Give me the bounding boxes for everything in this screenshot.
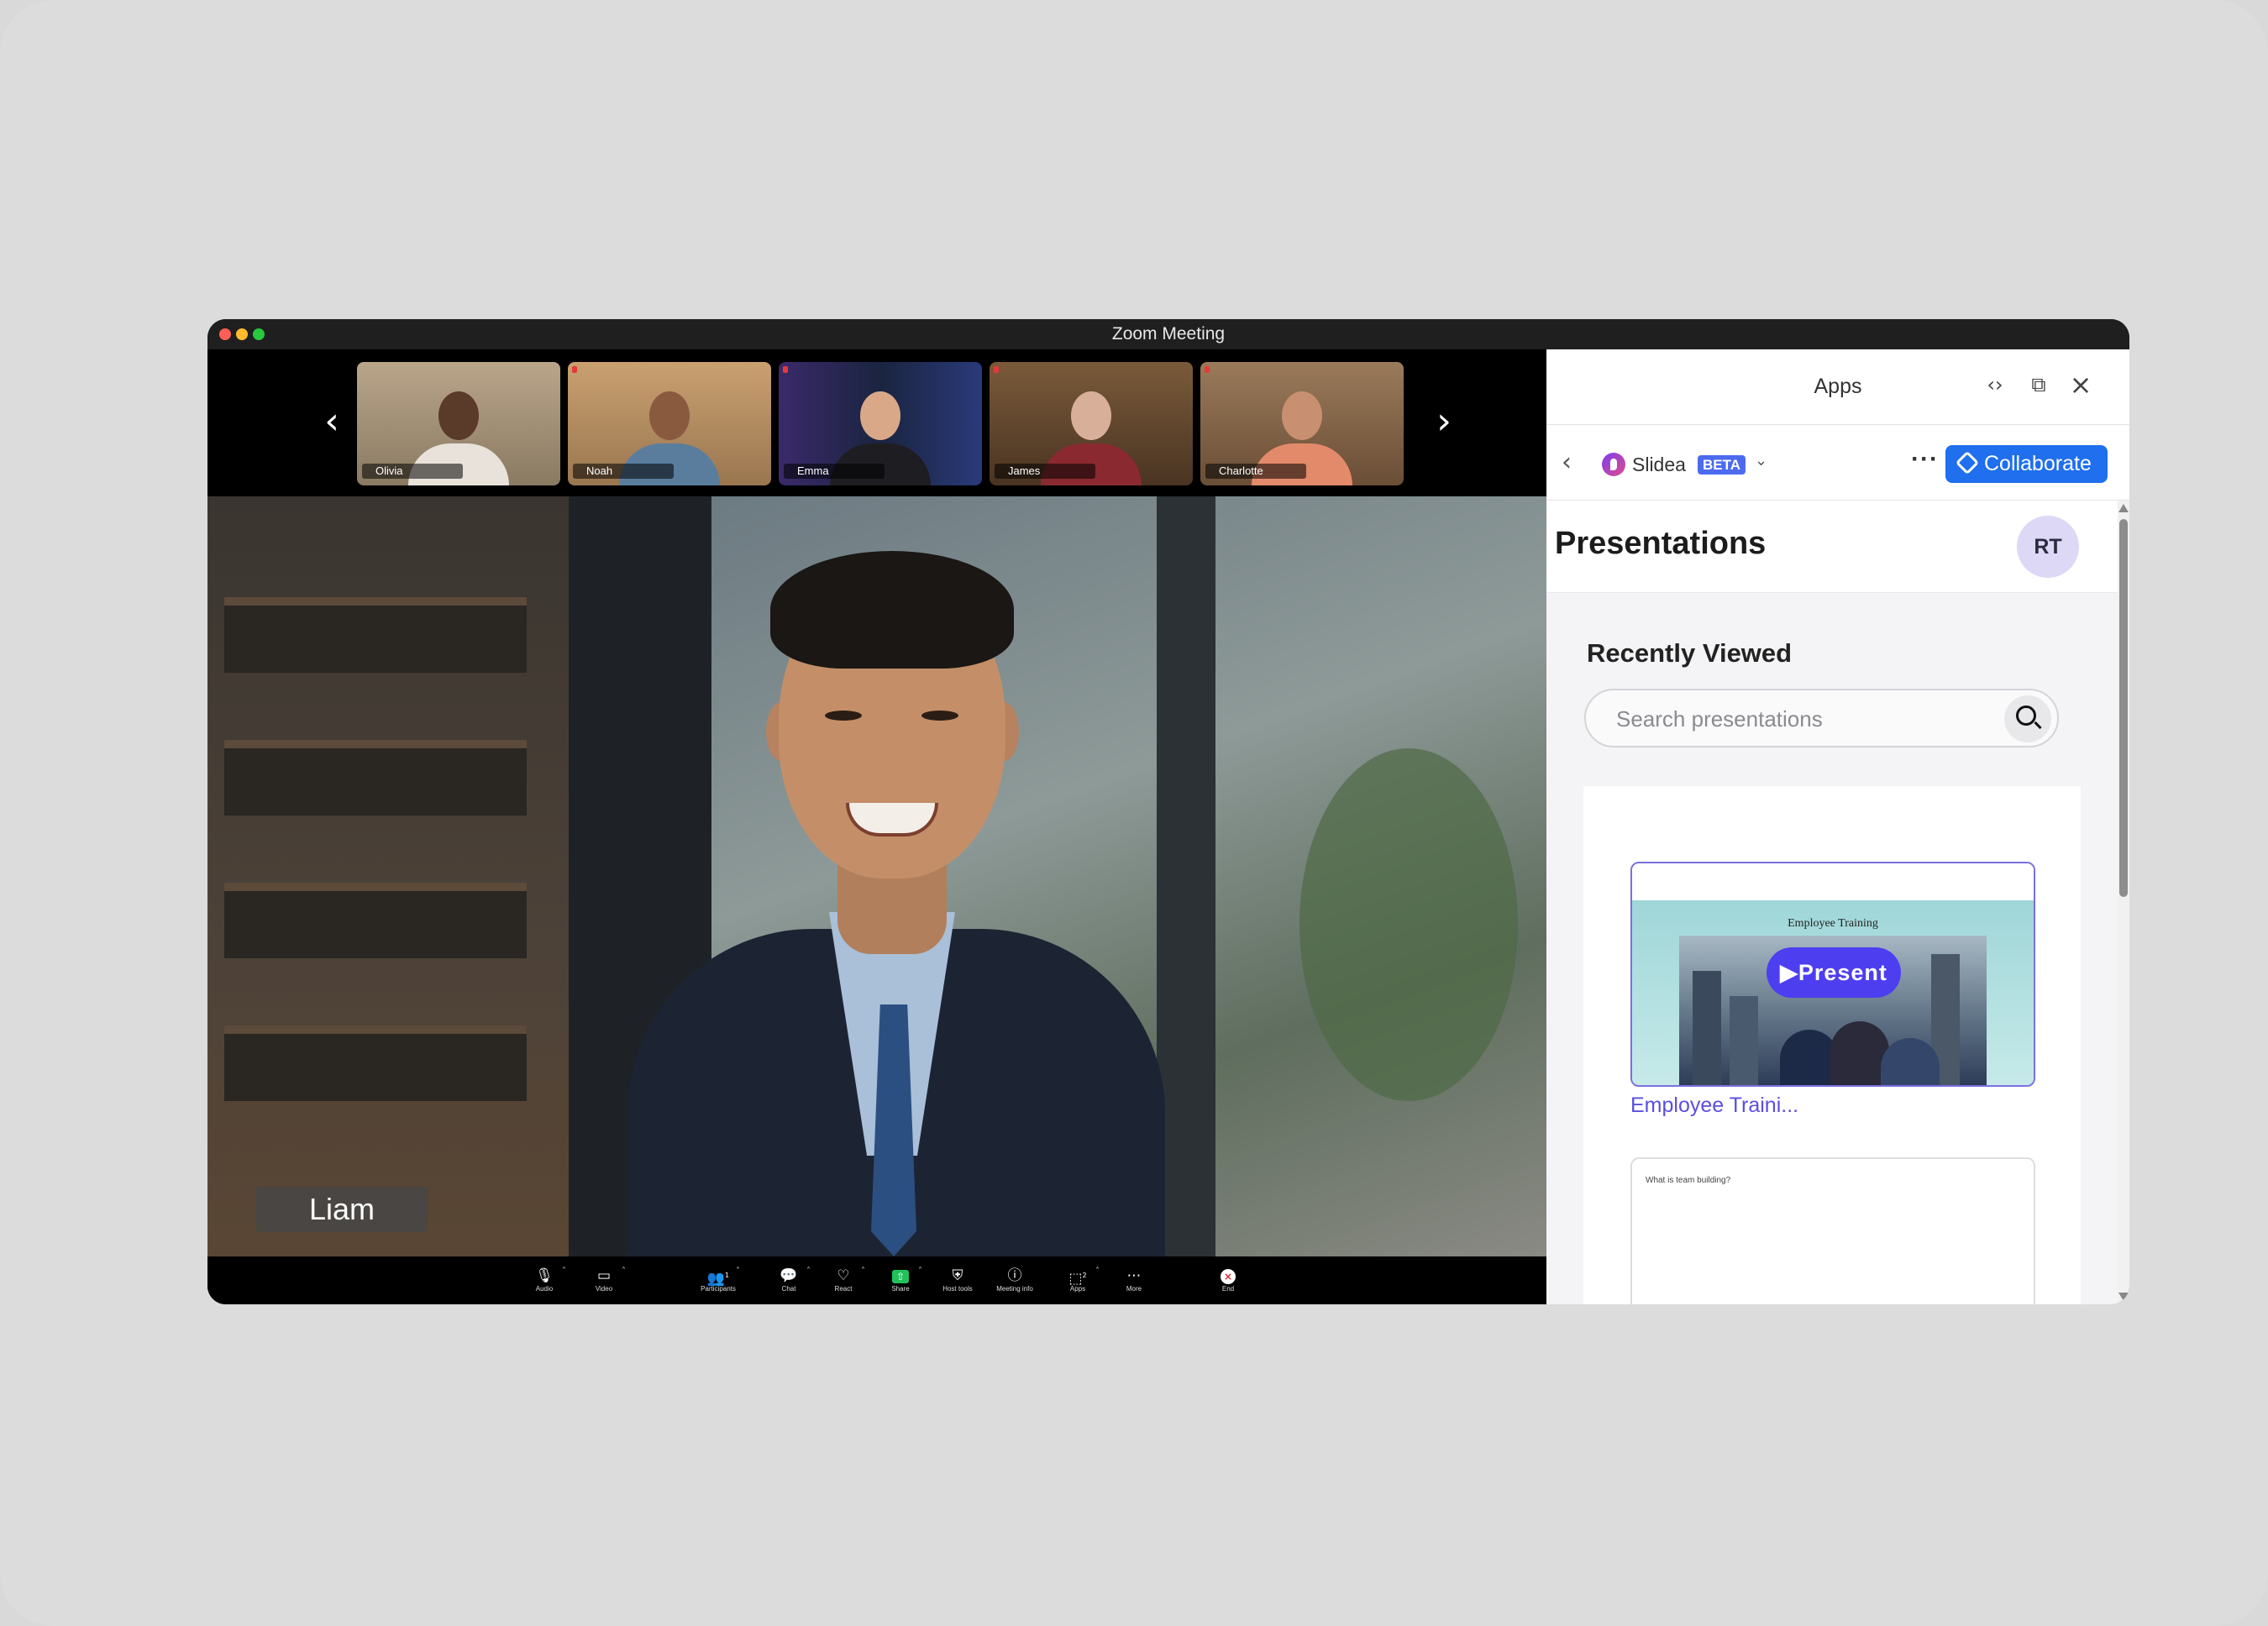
zoom-window: Zoom Meeting ‹ Olivia Noah Emma James Ch… <box>207 319 2129 1304</box>
desktop-background: Zoom Meeting ‹ Olivia Noah Emma James Ch… <box>0 0 2268 1626</box>
presentation-title-link[interactable]: Employee Traini... <box>1630 1094 1798 1118</box>
chevron-up-icon[interactable]: ˄ <box>918 1267 922 1276</box>
popout-icon[interactable]: ⧉ <box>2024 370 2054 400</box>
more-button[interactable]: ⋯ More <box>1100 1267 1168 1293</box>
participants-button[interactable]: 👥1 ˄ Participants <box>685 1267 752 1293</box>
participant-tile-olivia[interactable]: Olivia <box>357 362 560 485</box>
presentations-title: Presentations <box>1555 526 1767 561</box>
participants-icon: 👥1 <box>706 1270 730 1288</box>
participant-name: James <box>995 464 1095 479</box>
muted-mic-icon <box>994 366 999 373</box>
title-bar: Zoom Meeting <box>207 319 2129 349</box>
participant-tile-emma[interactable]: Emma <box>779 362 982 485</box>
muted-mic-icon <box>572 366 577 373</box>
avatar[interactable]: RT <box>2017 516 2079 578</box>
participant-name: Emma <box>784 464 885 479</box>
meeting-toolbar: 🎙 ˄ Audio ▭ ˄ Video 👥1 ˄ Participants 💬 … <box>207 1256 1546 1304</box>
share-icon: ⇧ <box>892 1270 909 1283</box>
participant-name: Charlotte <box>1205 464 1306 479</box>
presentation-list: Employee Training ▶Present Employee Trai… <box>1583 786 2081 1304</box>
info-icon: ⓘ <box>1007 1267 1022 1284</box>
scrollbar[interactable] <box>2118 501 2129 1304</box>
code-icon[interactable]: ‹› <box>1980 370 2010 400</box>
muted-mic-icon <box>1205 366 1210 373</box>
participant-tile-charlotte[interactable]: Charlotte <box>1200 362 1404 485</box>
active-speaker-video: Liam <box>207 496 1546 1256</box>
apps-panel: Apps ‹› ⧉ × ‹ Slidea BETA ⌄ ··· Collabor… <box>1546 349 2129 1304</box>
audio-button[interactable]: 🎙 ˄ Audio <box>511 1267 578 1293</box>
chevron-left-icon[interactable]: ‹ <box>315 396 349 447</box>
more-icon: ⋯ <box>1126 1267 1142 1284</box>
back-chevron-icon[interactable]: ‹ <box>1562 448 1585 477</box>
presentation-card[interactable]: What is team building? <box>1630 1157 2035 1304</box>
search-box <box>1584 689 2059 747</box>
meeting-info-button[interactable]: ⓘ Meeting info <box>981 1267 1048 1293</box>
muted-mic-icon <box>783 366 788 373</box>
scroll-down-icon[interactable] <box>2118 1293 2129 1301</box>
collaborate-icon <box>1955 450 1980 475</box>
speaker-name-tag: Liam <box>256 1187 428 1232</box>
chevron-up-icon[interactable]: ˄ <box>736 1267 740 1276</box>
beta-badge: BETA <box>1698 455 1746 475</box>
window-title: Zoom Meeting <box>1111 324 1226 344</box>
participant-name: Noah <box>573 464 674 479</box>
meeting-area: ‹ Olivia Noah Emma James Charlotte › Lia… <box>207 349 1546 1304</box>
chevron-down-icon[interactable]: ⌄ <box>1755 452 1767 469</box>
presentation-card[interactable]: Employee Training ▶Present <box>1630 862 2035 1087</box>
collaborate-label: Collaborate <box>1984 452 2092 475</box>
slidea-content: Presentations RT Recently Viewed Em <box>1546 501 2118 1304</box>
microphone-icon: 🎙 <box>535 1267 554 1284</box>
camera-icon: ▭ <box>596 1267 612 1284</box>
chevron-up-icon[interactable]: ˄ <box>622 1267 626 1276</box>
participant-tile-noah[interactable]: Noah <box>568 362 771 485</box>
end-icon: × <box>1221 1269 1236 1284</box>
close-icon[interactable]: × <box>2066 370 2096 400</box>
participant-strip: ‹ Olivia Noah Emma James Charlotte › <box>207 349 1546 496</box>
apps-header: Apps ‹› ⧉ × <box>1546 349 2129 425</box>
present-button[interactable]: ▶Present <box>1767 947 1901 998</box>
end-button[interactable]: × End <box>1194 1267 1262 1293</box>
recently-viewed-heading: Recently Viewed <box>1587 638 1793 668</box>
speaker-person <box>594 534 1182 1256</box>
scrollbar-thumb[interactable] <box>2119 519 2128 897</box>
bookshelf-background <box>207 496 569 1256</box>
video-button[interactable]: ▭ ˄ Video <box>570 1267 638 1293</box>
search-input[interactable] <box>1616 705 1986 732</box>
app-name: Slidea <box>1632 454 1686 475</box>
slide-title: What is team building? <box>1646 1176 1731 1185</box>
collaborate-button[interactable]: Collaborate <box>1945 445 2108 483</box>
chevron-up-icon[interactable]: ˄ <box>1095 1267 1100 1276</box>
search-button[interactable] <box>2004 695 2051 742</box>
chevron-up-icon[interactable]: ˄ <box>562 1267 566 1276</box>
scroll-up-icon[interactable] <box>2118 504 2129 512</box>
chevron-right-icon[interactable]: › <box>1427 396 1461 447</box>
more-options-button[interactable]: ··· <box>1911 445 1939 474</box>
slidea-logo-icon <box>1602 453 1625 476</box>
participant-tile-james[interactable]: James <box>990 362 1193 485</box>
participant-name: Olivia <box>362 464 463 479</box>
presentations-header: Presentations RT <box>1546 501 2118 593</box>
app-bar: ‹ Slidea BETA ⌄ ··· Collaborate <box>1546 425 2129 501</box>
chevron-up-icon[interactable]: ˄ <box>861 1267 865 1276</box>
slide-title: Employee Training <box>1788 917 1878 930</box>
